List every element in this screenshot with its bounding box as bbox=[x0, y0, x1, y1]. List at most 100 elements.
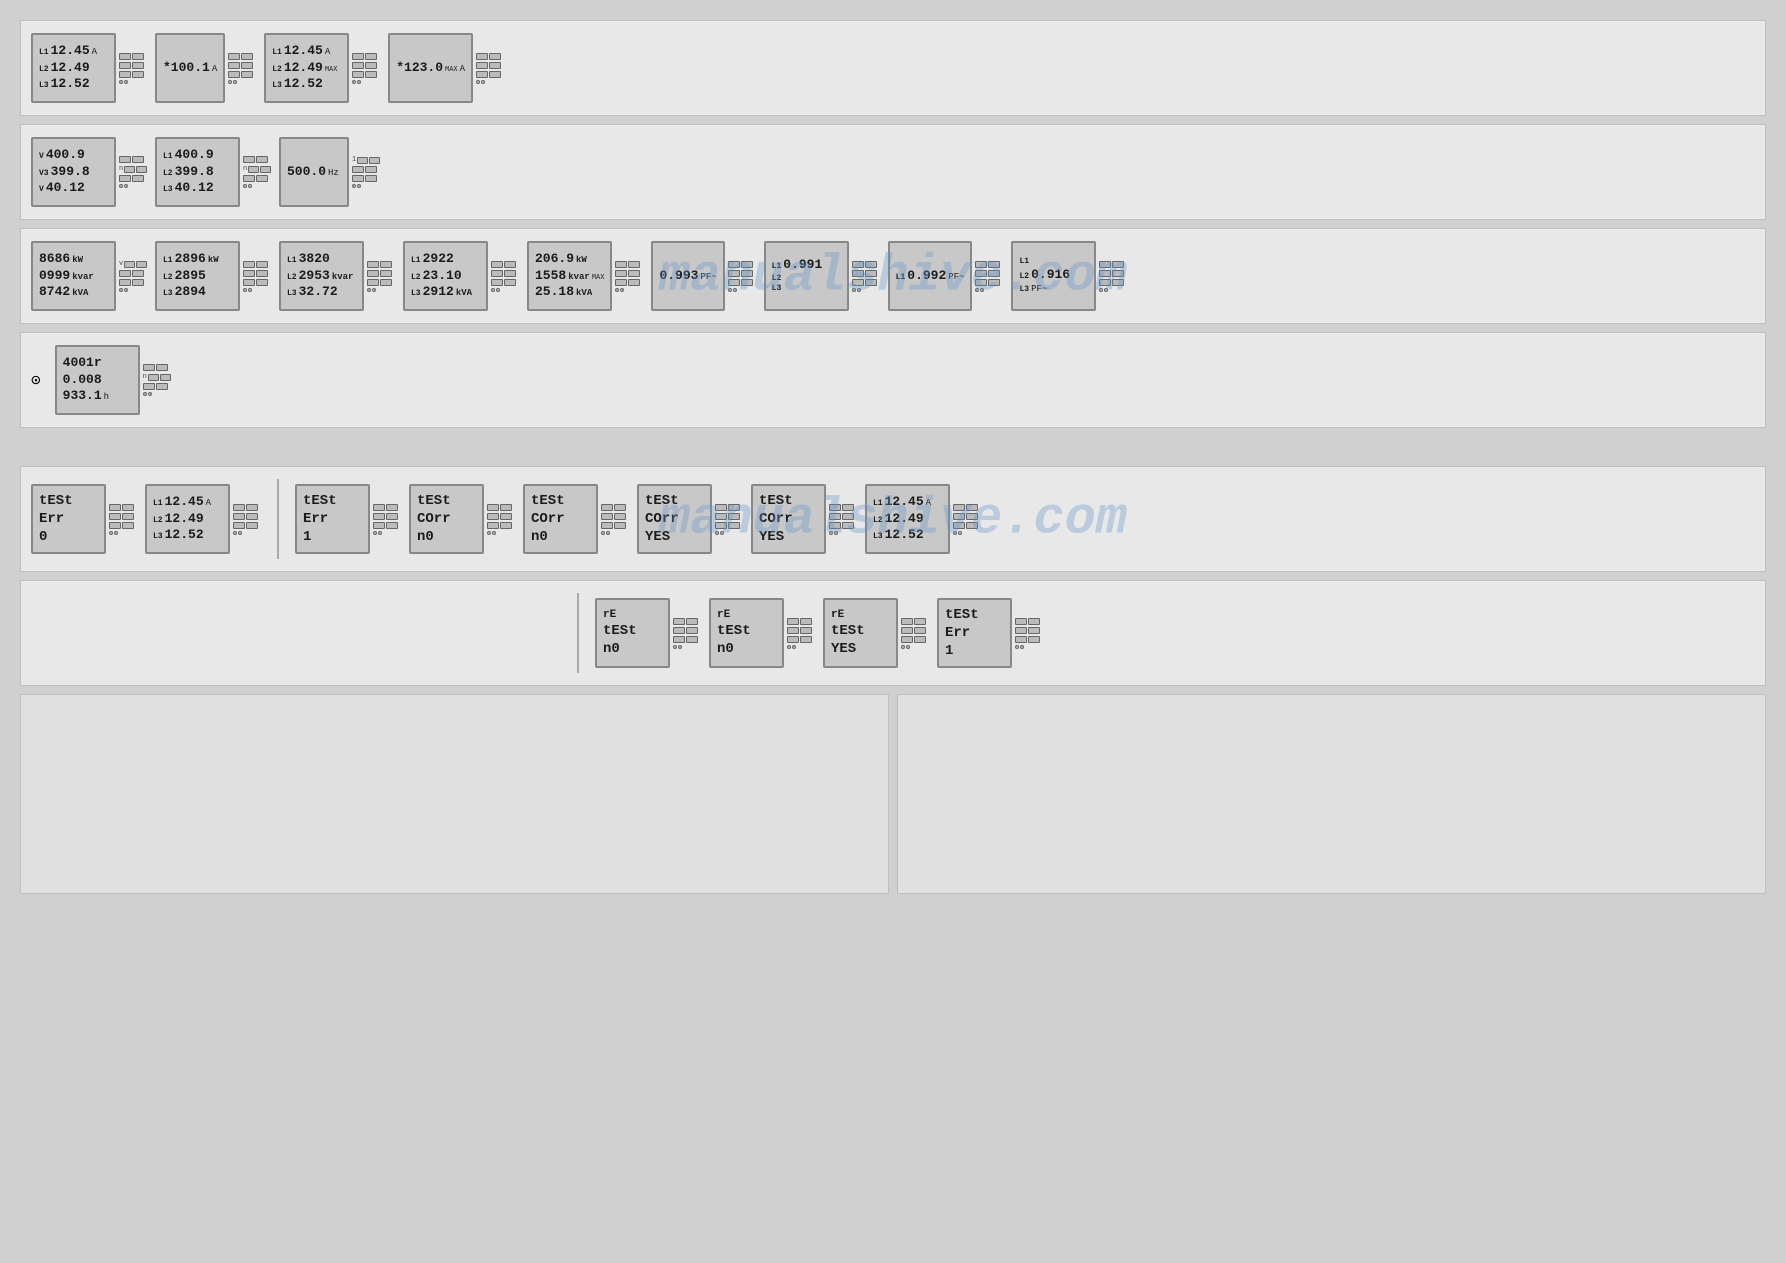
indicators-4-1: n bbox=[143, 364, 171, 396]
indicators-re-2 bbox=[787, 618, 815, 649]
indicators-2-3: 1 bbox=[352, 156, 380, 188]
display-group-test-6: tESt COrr YES bbox=[751, 484, 857, 554]
lcd-frequency: 500.0 Hz bbox=[279, 137, 349, 207]
section-voltage: V 400.9 V3 399.8 V 40.12 n L1 400.9 L2 3… bbox=[20, 124, 1766, 220]
lcd-voltage-l1-l3: L1 400.9 L2 399.8 L3 40.12 bbox=[155, 137, 240, 207]
indicators-1-3 bbox=[352, 53, 380, 84]
display-group-test-2: tESt Err 1 bbox=[295, 484, 401, 554]
display-group-1-3: L1 12.45 A L2 12.49 MAX L3 12.52 bbox=[264, 33, 380, 103]
indicators-3-3 bbox=[367, 261, 395, 292]
display-group-2-2: L1 400.9 L2 399.8 L3 40.12 n bbox=[155, 137, 271, 207]
test-panel-err1: tESt Err 1 bbox=[295, 484, 370, 554]
lcd-pf-l1: L10.991 L2 L3 bbox=[764, 241, 849, 311]
indicators-test-5 bbox=[715, 504, 743, 535]
spacer-1 bbox=[20, 436, 1766, 466]
lcd-power-kvar: L13820 L22953kvar L332.72 bbox=[279, 241, 364, 311]
section-power: manualshive.com 8686kW 0999kvar 8742kVA … bbox=[20, 228, 1766, 324]
test-panel-corr-yes-2: tESt COrr YES bbox=[751, 484, 826, 554]
display-group-4-1: 4001r 0.008 933.1h n bbox=[55, 345, 171, 415]
bottom-areas bbox=[20, 694, 1766, 894]
indicators-re-3 bbox=[901, 618, 929, 649]
display-group-1-1: L1 12.45 A L2 12.49 L3 12.52 bbox=[31, 33, 147, 103]
indicators-3-9 bbox=[1099, 261, 1127, 292]
indicators-test-1 bbox=[109, 504, 137, 535]
lcd-voltage-phase: V 400.9 V3 399.8 V 40.12 bbox=[31, 137, 116, 207]
display-group-3-9: L1 L20.916 L3PF~ bbox=[1011, 241, 1127, 311]
indicators-test-3 bbox=[487, 504, 515, 535]
indicators-1-1 bbox=[119, 53, 147, 84]
test-panel-err1-final: tESt Err 1 bbox=[937, 598, 1012, 668]
display-group-3-4: L12922 L223.10 L32912kVA bbox=[403, 241, 519, 311]
indicators-test-4 bbox=[601, 504, 629, 535]
section-current: L1 12.45 A L2 12.49 L3 12.52 *100.1 A bbox=[20, 20, 1766, 116]
lcd-current-max-l1-l3: L1 12.45 A L2 12.49 MAX L3 12.52 bbox=[264, 33, 349, 103]
display-group-3-8: L10.992PF~ bbox=[888, 241, 1004, 311]
lcd-current-l1-l3: L1 12.45 A L2 12.49 L3 12.52 bbox=[31, 33, 116, 103]
indicators-3-7 bbox=[852, 261, 880, 292]
lcd-power-kva: L12922 L223.10 L32912kVA bbox=[403, 241, 488, 311]
section-test-row: manualshive.com tESt Err 0 L112.45A L212… bbox=[20, 466, 1766, 572]
indicators-test-final bbox=[953, 504, 981, 535]
display-group-re-1: rE tESt n0 bbox=[595, 598, 701, 668]
test-panel-re-n0-2: rE tESt n0 bbox=[709, 598, 784, 668]
lcd-pf-total: 0.993PF~ bbox=[651, 241, 724, 311]
indicators-3-8 bbox=[975, 261, 1003, 292]
indicators-1-4 bbox=[476, 53, 504, 84]
display-group-3-3: L13820 L22953kvar L332.72 bbox=[279, 241, 395, 311]
display-group-3-6: 0.993PF~ bbox=[651, 241, 755, 311]
bottom-right-area bbox=[897, 694, 1766, 894]
display-group-1-2: *100.1 A bbox=[155, 33, 256, 103]
display-group-3-5: 206.9kW 1558kvar MAX 25.18kVA bbox=[527, 241, 643, 311]
indicators-3-4 bbox=[491, 261, 519, 292]
lcd-power-max: 206.9kW 1558kvar MAX 25.18kVA bbox=[527, 241, 612, 311]
indicators-3-6 bbox=[728, 261, 756, 292]
test-panel-corr-n0-2: tESt COrr n0 bbox=[523, 484, 598, 554]
indicators-1-2 bbox=[228, 53, 256, 84]
test-panel-corr-n0-1: tESt COrr n0 bbox=[409, 484, 484, 554]
display-group-test-lcd: L112.45A L212.49 L312.52 bbox=[145, 484, 261, 554]
test-panel-re-yes: rE tESt YES bbox=[823, 598, 898, 668]
test-panel-corr-yes-1: tESt COrr YES bbox=[637, 484, 712, 554]
display-group-re-3: rE tESt YES bbox=[823, 598, 929, 668]
indicators-2-2: n bbox=[243, 156, 271, 188]
display-group-test-3: tESt COrr n0 bbox=[409, 484, 515, 554]
bottom-left-area bbox=[20, 694, 889, 894]
display-group-3-7: L10.991 L2 L3 bbox=[764, 241, 880, 311]
lcd-pf-0992: L10.992PF~ bbox=[888, 241, 973, 311]
lcd-test-final: L112.45A L212.49 L312.52 bbox=[865, 484, 950, 554]
indicators-3-1: v bbox=[119, 260, 147, 292]
display-group-test-5: tESt COrr YES bbox=[637, 484, 743, 554]
display-group-test-4: tESt COrr n0 bbox=[523, 484, 629, 554]
indicators-3-2 bbox=[243, 261, 271, 292]
indicators-3-5 bbox=[615, 261, 643, 292]
section-energy: ⊙ 4001r 0.008 933.1h n bbox=[20, 332, 1766, 428]
indicators-test-2 bbox=[373, 504, 401, 535]
lcd-current-123: *123.0 MAX A bbox=[388, 33, 473, 103]
display-group-re-4: tESt Err 1 bbox=[937, 598, 1043, 668]
display-group-2-1: V 400.9 V3 399.8 V 40.12 n bbox=[31, 137, 147, 207]
main-page: L1 12.45 A L2 12.49 L3 12.52 *100.1 A bbox=[0, 0, 1786, 914]
indicators-re-1 bbox=[673, 618, 701, 649]
display-group-test-1: tESt Err 0 bbox=[31, 484, 137, 554]
display-group-2-3: 500.0 Hz 1 bbox=[279, 137, 380, 207]
display-group-3-1: 8686kW 0999kvar 8742kVA v bbox=[31, 241, 147, 311]
lcd-power-total: 8686kW 0999kvar 8742kVA bbox=[31, 241, 116, 311]
indicators-2-1: n bbox=[119, 156, 147, 188]
section-re-test: rE tESt n0 rE tESt n0 bbox=[20, 580, 1766, 686]
section-separator-2 bbox=[577, 593, 579, 673]
display-group-3-2: L12896kW L22895 L32894 bbox=[155, 241, 271, 311]
lcd-energy: 4001r 0.008 933.1h bbox=[55, 345, 140, 415]
lcd-current-100: *100.1 A bbox=[155, 33, 225, 103]
section-separator bbox=[277, 479, 279, 559]
test-panel-err0: tESt Err 0 bbox=[31, 484, 106, 554]
lcd-test-current: L112.45A L212.49 L312.52 bbox=[145, 484, 230, 554]
lcd-power-l1-l3-kw: L12896kW L22895 L32894 bbox=[155, 241, 240, 311]
display-group-1-4: *123.0 MAX A bbox=[388, 33, 504, 103]
lcd-pf-0916: L1 L20.916 L3PF~ bbox=[1011, 241, 1096, 311]
indicators-test-6 bbox=[829, 504, 857, 535]
test-panel-re-n0-1: rE tESt n0 bbox=[595, 598, 670, 668]
indicators-test-lcd bbox=[233, 504, 261, 535]
left-empty-area bbox=[31, 623, 561, 643]
indicators-re-4 bbox=[1015, 618, 1043, 649]
display-group-re-2: rE tESt n0 bbox=[709, 598, 815, 668]
